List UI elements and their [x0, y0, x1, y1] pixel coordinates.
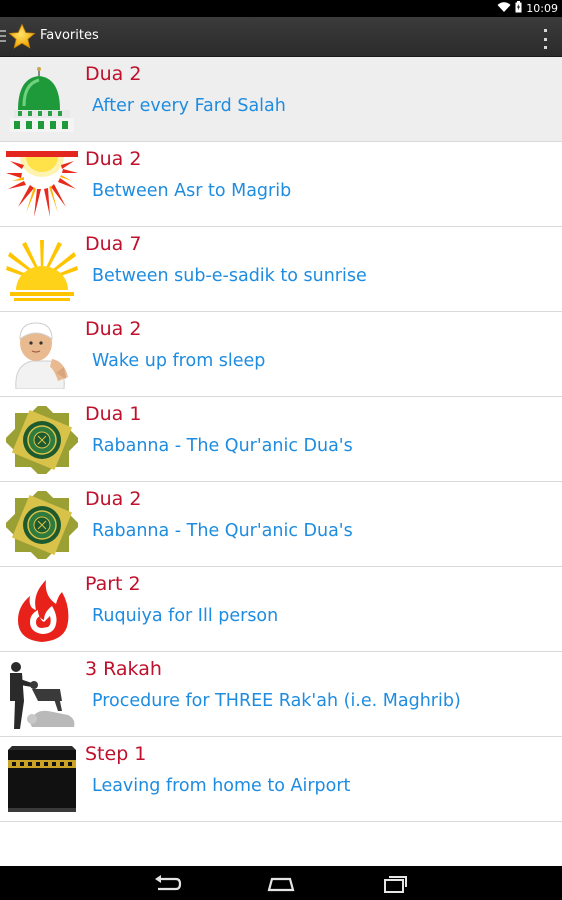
list-item[interactable]: Step 1 Leaving from home to Airport — [0, 737, 562, 822]
item-title: Dua 2 — [85, 318, 142, 340]
system-nav-bar — [0, 866, 562, 900]
islamic-star-emblem-icon — [6, 406, 78, 474]
item-title: Dua 1 — [85, 403, 142, 425]
item-title: Step 1 — [85, 743, 147, 765]
prayer-posture-icon — [6, 661, 78, 729]
item-subtitle: Wake up from sleep — [92, 351, 266, 371]
status-icons: 10:09 — [497, 0, 558, 17]
item-title: Dua 7 — [85, 233, 142, 255]
sunset-icon — [6, 151, 78, 219]
list-item[interactable]: 3 Rakah Procedure for THREE Rak'ah (i.e.… — [0, 652, 562, 737]
item-subtitle: Between Asr to Magrib — [92, 181, 292, 201]
item-subtitle: Ruquiya for Ill person — [92, 606, 279, 626]
item-title: 3 Rakah — [85, 658, 162, 680]
drawer-indicator-icon[interactable] — [0, 30, 6, 44]
item-title: Part 2 — [85, 573, 141, 595]
wifi-icon — [497, 0, 511, 18]
status-bar: 10:09 — [0, 0, 562, 17]
islamic-star-emblem-icon — [6, 491, 78, 559]
page-title: Favorites — [40, 28, 99, 43]
item-subtitle: Between sub-e-sadik to sunrise — [92, 266, 367, 286]
list-item[interactable]: Part 2 Ruquiya for Ill person — [0, 567, 562, 652]
flame-icon — [6, 576, 78, 644]
favorites-list: Dua 2 After every Fard Salah Dua 2 Betwe… — [0, 57, 562, 822]
status-time: 10:09 — [526, 2, 558, 15]
praying-boy-icon — [6, 321, 78, 389]
back-icon[interactable] — [152, 873, 182, 893]
item-title: Dua 2 — [85, 63, 142, 85]
star-icon[interactable] — [8, 23, 36, 51]
list-item[interactable]: Dua 2 After every Fard Salah — [0, 57, 562, 142]
kaaba-icon — [6, 746, 78, 814]
list-item[interactable]: Dua 2 Rabanna - The Qur'anic Dua's — [0, 482, 562, 567]
item-subtitle: Procedure for THREE Rak'ah (i.e. Maghrib… — [92, 691, 461, 711]
list-item[interactable]: Dua 2 Wake up from sleep — [0, 312, 562, 397]
item-title: Dua 2 — [85, 148, 142, 170]
sunrise-icon — [6, 236, 78, 304]
home-icon[interactable] — [266, 873, 296, 893]
battery-icon — [515, 0, 522, 18]
item-title: Dua 2 — [85, 488, 142, 510]
item-subtitle: Rabanna - The Qur'anic Dua's — [92, 521, 353, 541]
list-item[interactable]: Dua 2 Between Asr to Magrib — [0, 142, 562, 227]
item-subtitle: Rabanna - The Qur'anic Dua's — [92, 436, 353, 456]
list-item[interactable]: Dua 1 Rabanna - The Qur'anic Dua's — [0, 397, 562, 482]
overflow-menu-icon[interactable] — [542, 27, 548, 51]
item-subtitle: After every Fard Salah — [92, 96, 286, 116]
green-dome-icon — [6, 66, 78, 134]
recent-apps-icon[interactable] — [380, 873, 410, 893]
item-subtitle: Leaving from home to Airport — [92, 776, 351, 796]
action-bar: Favorites — [0, 17, 562, 57]
list-item[interactable]: Dua 7 Between sub-e-sadik to sunrise — [0, 227, 562, 312]
